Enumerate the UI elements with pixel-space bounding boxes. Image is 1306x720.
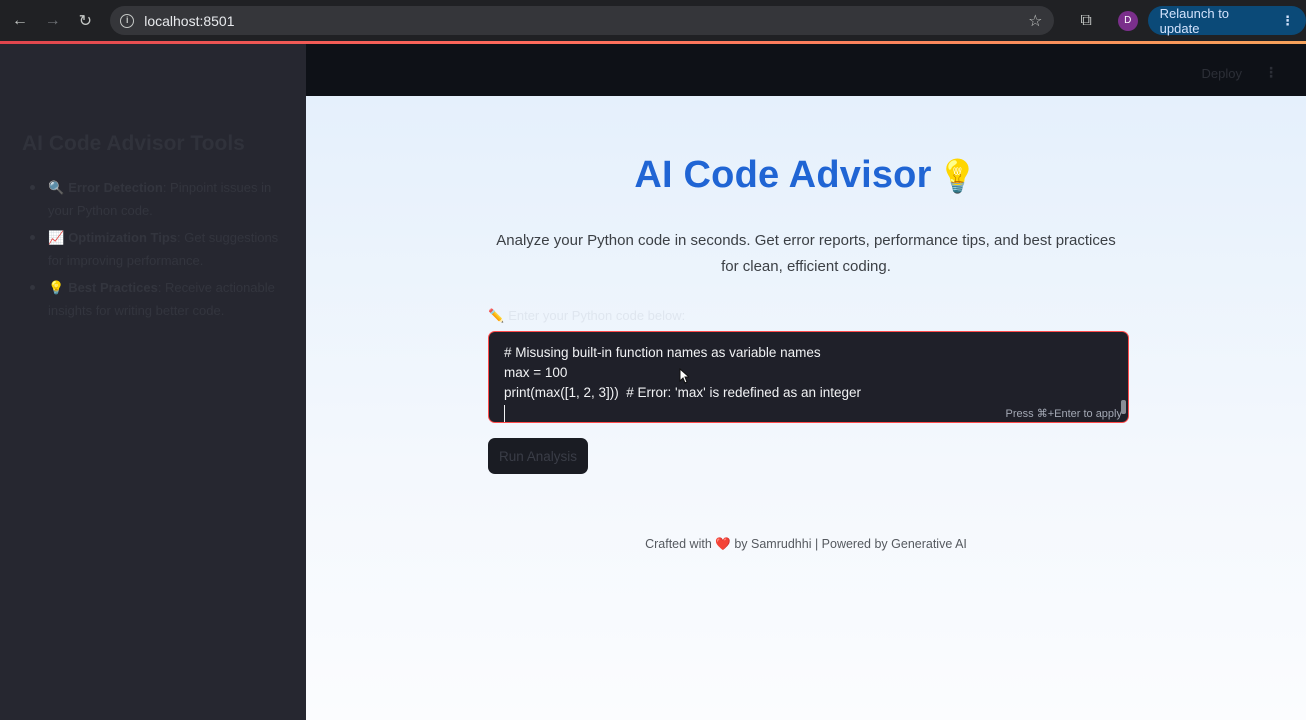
textarea-resize-handle[interactable]: [1121, 400, 1126, 414]
sidebar-item-heading: Optimization Tips: [68, 230, 178, 245]
code-line: # Misusing built-in function names as va…: [504, 345, 821, 360]
code-input[interactable]: # Misusing built-in function names as va…: [488, 331, 1129, 423]
sidebar-item-heading: Error Detection: [68, 180, 163, 195]
bookmark-star-icon[interactable]: ☆: [1028, 11, 1042, 31]
pencil-icon: ✏️: [488, 308, 505, 323]
footer: Crafted with ❤️ by Samrudhhi | Powered b…: [306, 537, 1306, 552]
reload-icon[interactable]: ↻: [72, 8, 98, 34]
code-input-label-text: Enter your Python code below:: [508, 308, 686, 323]
heart-icon: ❤️: [715, 537, 731, 551]
relaunch-label: Relaunch to update: [1159, 5, 1230, 36]
app-menu-icon[interactable]: ⋮: [1264, 64, 1278, 81]
sidebar-list: 🔍 Error Detection: Pinpoint issues in you…: [22, 176, 284, 326]
mouse-cursor-icon: [679, 368, 689, 384]
browser-toolbar: ← → ↻ i localhost:8501 ☆ ⧉ D Relaunch to…: [0, 0, 1306, 41]
run-analysis-button[interactable]: Run Analysis: [488, 438, 588, 474]
lightbulb-icon: 💡: [48, 280, 65, 295]
page-subtitle: Analyze your Python code in seconds. Get…: [496, 232, 1116, 275]
code-line: max = 100: [504, 365, 568, 380]
sidebar-item-optimization-tips: 📈 Optimization Tips: Get suggestions for …: [22, 226, 284, 272]
app-header: Deploy ⋮: [306, 44, 1306, 96]
magnifier-icon: 🔍: [48, 180, 65, 195]
footer-prefix: Crafted with: [645, 537, 712, 551]
address-bar[interactable]: i localhost:8501 ☆: [110, 6, 1055, 35]
input-hint: Press ⌘+Enter to apply: [1005, 408, 1122, 420]
lightbulb-icon: 💡: [937, 158, 978, 194]
deploy-button[interactable]: Deploy: [1202, 66, 1242, 81]
chart-up-icon: 📈: [48, 230, 65, 245]
footer-suffix: by Samrudhhi | Powered by Generative AI: [734, 537, 967, 551]
site-info-icon[interactable]: i: [120, 13, 135, 28]
text-caret: [504, 405, 505, 422]
page-title-text: AI Code Advisor: [634, 154, 932, 196]
code-line: print(max([1, 2, 3])) # Error: 'max' is …: [504, 385, 862, 400]
back-arrow-icon[interactable]: ←: [7, 8, 33, 34]
sidebar-item-best-practices: 💡 Best Practices: Receive actionable insi…: [22, 276, 284, 322]
page-title: AI Code Advisor 💡: [306, 154, 1306, 197]
forward-arrow-icon[interactable]: →: [40, 8, 66, 34]
code-input-label: ✏️ Enter your Python code below:: [488, 308, 685, 324]
browser-menu-icon[interactable]: ⋮: [1281, 13, 1294, 29]
extensions-icon[interactable]: ⧉: [1080, 12, 1091, 30]
sidebar-item-heading: Best Practices: [68, 280, 158, 295]
sidebar: AI Code Advisor Tools 🔍 Error Detection: …: [0, 44, 306, 720]
profile-avatar[interactable]: D: [1117, 10, 1138, 31]
url-text: localhost:8501: [144, 12, 235, 29]
relaunch-button[interactable]: Relaunch to update ⋮: [1147, 5, 1306, 36]
sidebar-title: AI Code Advisor Tools: [22, 132, 245, 155]
main-content: AI Code Advisor 💡 Analyze your Python cod…: [306, 96, 1306, 720]
sidebar-item-error-detection: 🔍 Error Detection: Pinpoint issues in you…: [22, 176, 284, 222]
